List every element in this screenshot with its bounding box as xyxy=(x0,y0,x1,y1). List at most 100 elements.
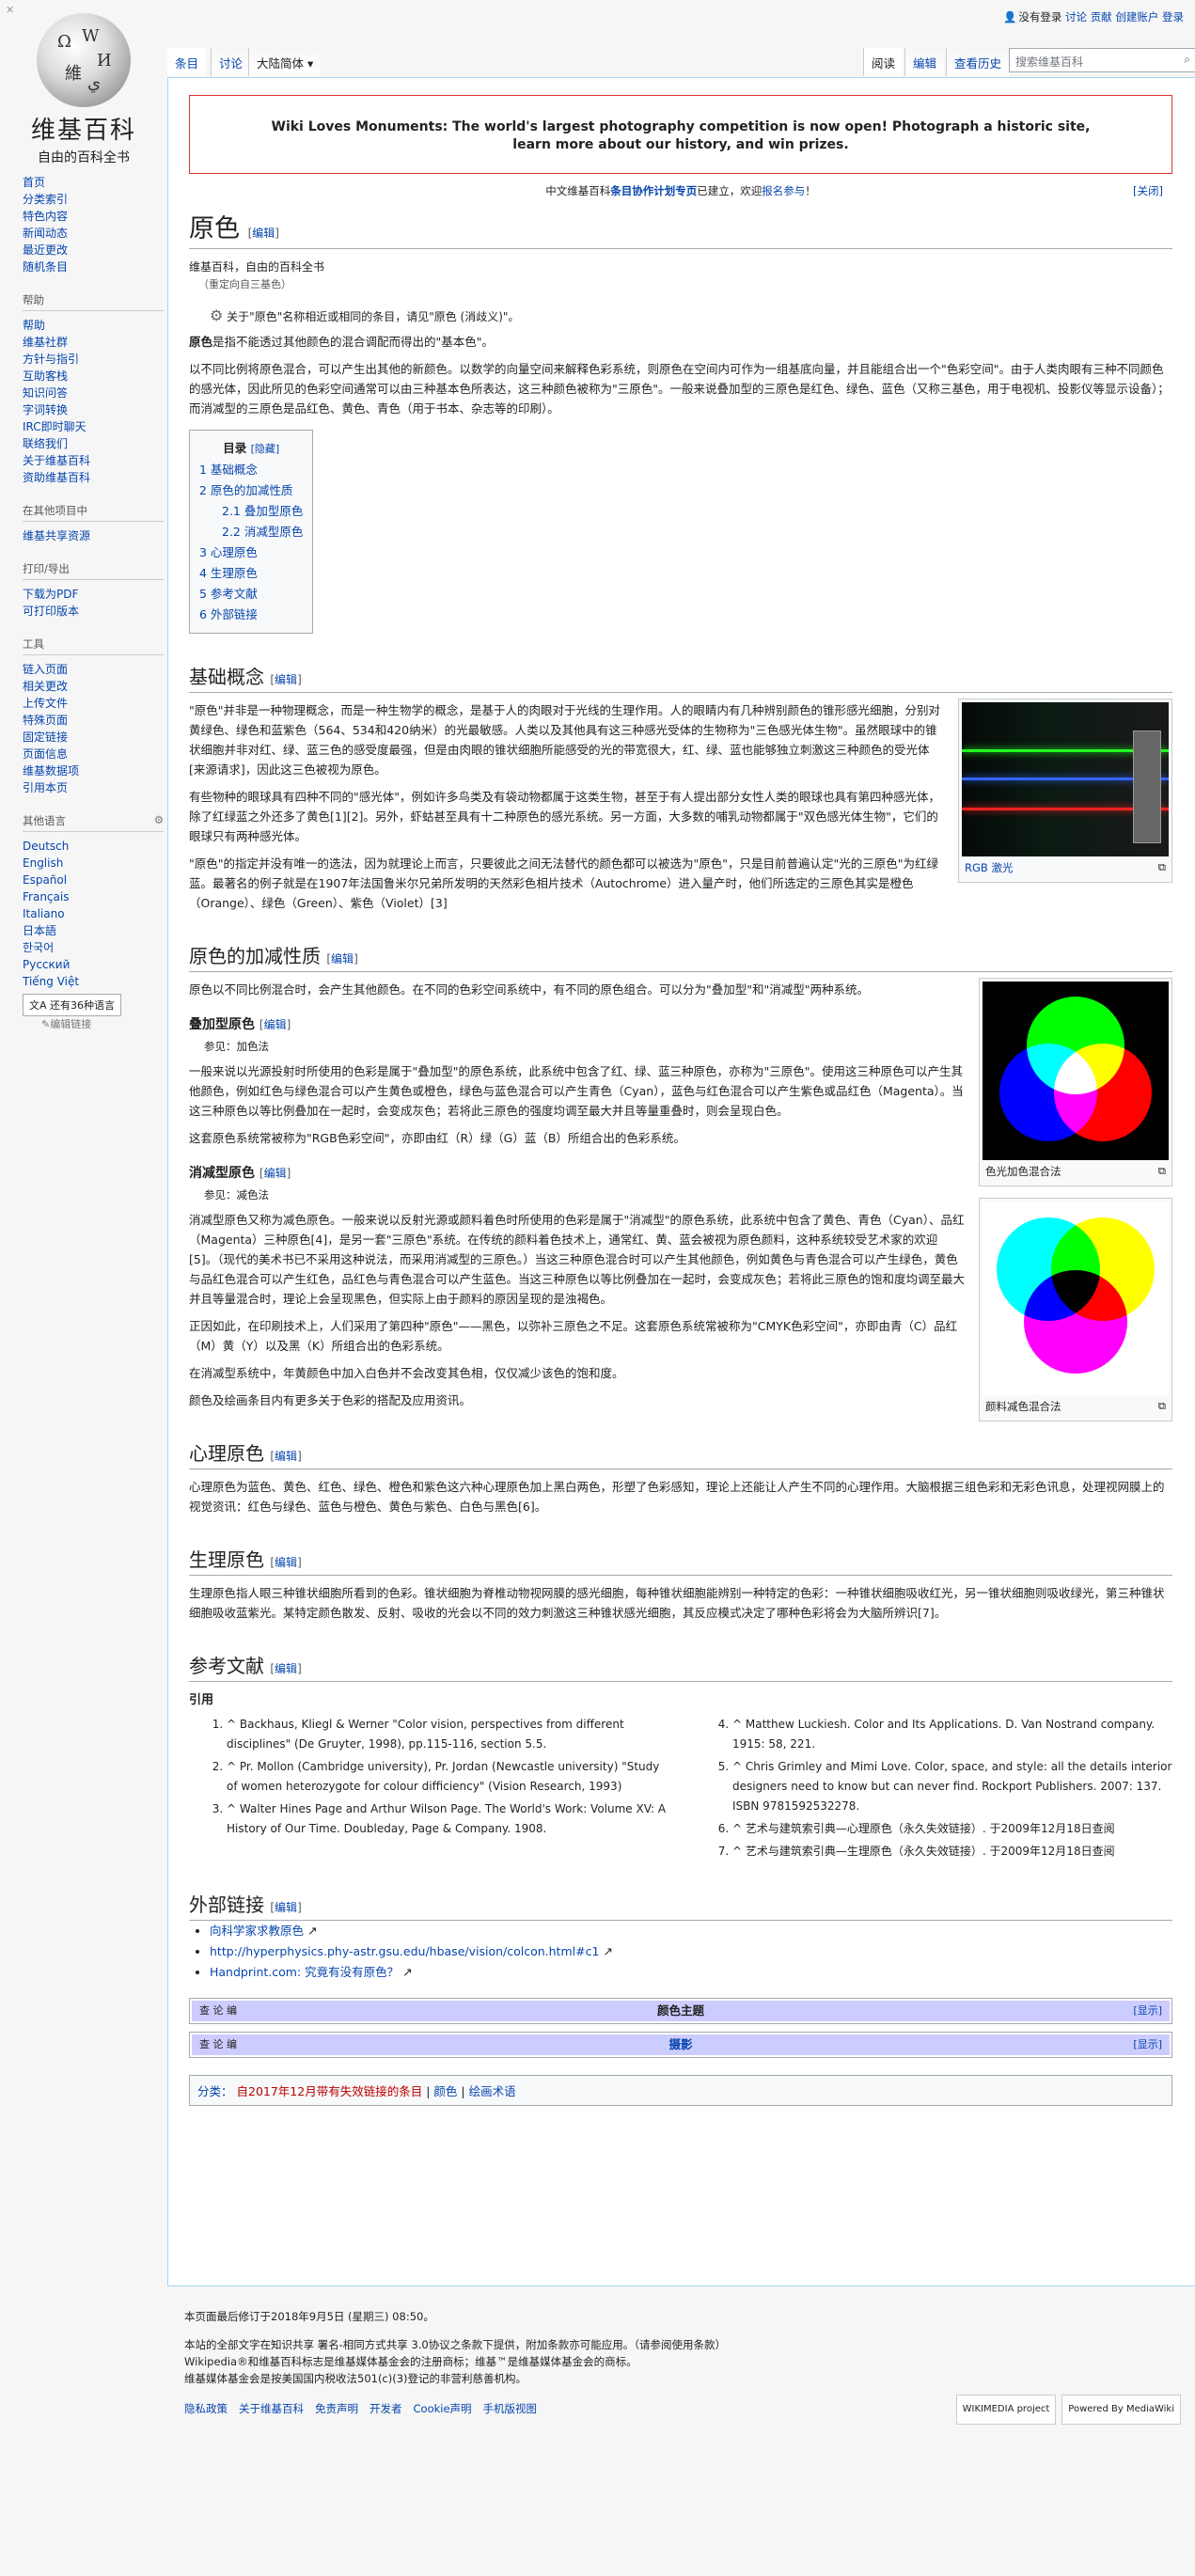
sidebar-lang-item-1[interactable]: English xyxy=(23,855,164,872)
sidebar-nav-item-4[interactable]: 最近更改 xyxy=(23,242,164,259)
sidebar-help-item-8[interactable]: 关于维基百科 xyxy=(23,452,164,469)
sidebar-lang-item-3[interactable]: Français xyxy=(23,888,164,905)
sidebar-tools-item-6[interactable]: 维基数据项 xyxy=(23,762,164,779)
navbox-title-color[interactable]: 颜色主题 xyxy=(657,2003,704,2018)
footer-link-5[interactable]: 手机版视图 xyxy=(483,2402,538,2415)
navbox-title-photography[interactable]: 摄影 xyxy=(668,2037,692,2051)
notice-link-signup[interactable]: 报名参与 xyxy=(762,184,805,197)
sidebar-tools-item-2[interactable]: 上传文件 xyxy=(23,695,164,712)
sidebar-tools-item-5[interactable]: 页面信息 xyxy=(23,746,164,762)
sidebar-lang-item-8[interactable]: Tiếng Việt xyxy=(23,973,164,990)
subsection-2-1-edit-link[interactable]: 编辑 xyxy=(264,1018,287,1031)
sidebar-help-item-0[interactable]: 帮助 xyxy=(23,317,164,334)
sidebar-lang-item-0[interactable]: Deutsch xyxy=(23,838,164,855)
sidebar-nav-item-5[interactable]: 随机条目 xyxy=(23,259,164,275)
site-logo[interactable]: ΩWИ維ي 维基百科 自由的百科全书 xyxy=(13,13,154,166)
sidebar-help-item-6[interactable]: IRC即时聊天 xyxy=(23,418,164,435)
navbox-vte[interactable]: 查 论 编 xyxy=(199,2034,237,2055)
sidebar-help-item-2[interactable]: 方针与指引 xyxy=(23,351,164,368)
create-account-link[interactable]: 创建账户 xyxy=(1115,10,1158,24)
mediawiki-badge[interactable]: Powered By MediaWiki xyxy=(1061,2395,1181,2425)
enlarge-icon[interactable]: ⧉ xyxy=(1158,1164,1166,1178)
footer-link-0[interactable]: 隐私政策 xyxy=(184,2402,228,2415)
enlarge-icon[interactable]: ⧉ xyxy=(1158,860,1166,874)
sidebar-help-item-9[interactable]: 资助维基百科 xyxy=(23,469,164,486)
tab-article[interactable]: 条目 xyxy=(167,48,207,76)
tab-edit[interactable]: 编辑 xyxy=(904,48,945,76)
tab-history[interactable]: 查看历史 xyxy=(946,48,1010,76)
sidebar-nav-item-2[interactable]: 特色内容 xyxy=(23,208,164,225)
navbox-show-toggle[interactable]: [显示] xyxy=(1133,2034,1162,2055)
gear-icon[interactable]: ⚙ xyxy=(154,813,164,826)
footer-link-4[interactable]: Cookie声明 xyxy=(414,2402,472,2415)
more-languages-button[interactable]: 文A 还有36种语言 xyxy=(23,994,122,1016)
categories-label[interactable]: 分类： xyxy=(197,2084,233,2098)
section-1-edit-link[interactable]: 编辑 xyxy=(275,673,297,686)
category-item[interactable]: 自2017年12月带有失效链接的条目 xyxy=(237,2084,423,2098)
section-5-edit-link[interactable]: 编辑 xyxy=(275,1662,297,1675)
sidebar-other-item-0[interactable]: 维基共享资源 xyxy=(23,527,164,544)
toc-hide-link[interactable]: [隐藏] xyxy=(251,443,280,455)
tab-read[interactable]: 阅读 xyxy=(863,48,904,76)
wikimedia-badge[interactable]: WIKIMEDIA project xyxy=(955,2395,1057,2425)
tab-talk[interactable]: 讨论 xyxy=(211,48,251,76)
sidebar-nav-item-3[interactable]: 新闻动态 xyxy=(23,225,164,242)
toc-item-2[interactable]: 2 原色的加减性质 xyxy=(199,483,292,497)
sidebar-help-item-4[interactable]: 知识问答 xyxy=(23,385,164,401)
sidebar-tools-item-7[interactable]: 引用本页 xyxy=(23,779,164,796)
sidebar-lang-item-7[interactable]: Русский xyxy=(23,956,164,973)
toc-item-6[interactable]: 6 外部链接 xyxy=(199,607,258,621)
navbox-vte[interactable]: 查 论 编 xyxy=(199,2001,237,2021)
thumb-subtractive[interactable]: 颜料减色混合法 ⧉ xyxy=(979,1198,1172,1422)
section-2-edit-link[interactable]: 编辑 xyxy=(331,952,354,966)
search-icon[interactable]: ⌕ xyxy=(1184,53,1190,67)
notice-close-link[interactable]: [关闭] xyxy=(1133,183,1163,198)
external-link[interactable]: 向科学家求教原色 xyxy=(210,1924,304,1938)
footer-link-2[interactable]: 免责声明 xyxy=(315,2402,358,2415)
search-input[interactable]: 搜索维基百科 ⌕ xyxy=(1009,48,1195,72)
section-4-edit-link[interactable]: 编辑 xyxy=(275,1556,297,1569)
section-3-edit-link[interactable]: 编辑 xyxy=(275,1450,297,1463)
footer-link-3[interactable]: 开发者 xyxy=(370,2402,402,2415)
navbox-show-toggle[interactable]: [显示] xyxy=(1133,2001,1162,2021)
edit-links[interactable]: ✎编辑链接 xyxy=(41,1016,164,1031)
category-item[interactable]: 绘画术语 xyxy=(469,2084,516,2098)
caption-rgb-laser[interactable]: RGB 激光 xyxy=(965,861,1013,874)
sidebar-tools-item-0[interactable]: 链入页面 xyxy=(23,661,164,678)
sidebar-tools-item-4[interactable]: 固定链接 xyxy=(23,729,164,746)
sidebar-print-item-1[interactable]: 可打印版本 xyxy=(23,603,164,620)
thumb-rgb-laser[interactable]: RGB 激光 ⧉ xyxy=(958,699,1172,883)
category-item[interactable]: 颜色 xyxy=(433,2084,457,2098)
sidebar-lang-item-4[interactable]: Italiano xyxy=(23,905,164,922)
sidebar-lang-item-2[interactable]: Español xyxy=(23,872,164,888)
toc-item-3[interactable]: 3 心理原色 xyxy=(199,545,258,559)
subsection-2-2-edit-link[interactable]: 编辑 xyxy=(264,1167,287,1180)
footer-link-1[interactable]: 关于维基百科 xyxy=(239,2402,304,2415)
sidebar-help-item-1[interactable]: 维基社群 xyxy=(23,334,164,351)
sidebar-help-item-3[interactable]: 互助客栈 xyxy=(23,368,164,385)
external-link[interactable]: Handprint.com: 究竟有没有原色？ xyxy=(210,1965,399,1979)
sidebar-lang-item-6[interactable]: 한국어 xyxy=(23,939,164,956)
sidebar-nav-item-1[interactable]: 分类索引 xyxy=(23,191,164,208)
sidebar-print-item-0[interactable]: 下载为PDF xyxy=(23,586,164,603)
sidebar-tools-item-1[interactable]: 相关更改 xyxy=(23,678,164,695)
title-edit-link[interactable]: 编辑 xyxy=(252,227,275,240)
sidebar-lang-item-5[interactable]: 日本語 xyxy=(23,922,164,939)
toc-item-2-1[interactable]: 2.1 叠加型原色 xyxy=(222,504,303,518)
sidebar-tools-item-3[interactable]: 特殊页面 xyxy=(23,712,164,729)
section-6-edit-link[interactable]: 编辑 xyxy=(275,1901,297,1914)
toc-item-1[interactable]: 1 基础概念 xyxy=(199,463,258,477)
tab-variant[interactable]: 大陆简体 ▾ xyxy=(248,48,322,76)
sidebar-help-item-5[interactable]: 字词转换 xyxy=(23,401,164,418)
sidebar-help-item-7[interactable]: 联络我们 xyxy=(23,435,164,452)
external-link[interactable]: http://hyperphysics.phy-astr.gsu.edu/hba… xyxy=(210,1944,599,1958)
thumb-additive[interactable]: 色光加色混合法 ⧉ xyxy=(979,978,1172,1186)
sidebar-nav-item-0[interactable]: 首页 xyxy=(23,174,164,191)
toc-item-4[interactable]: 4 生理原色 xyxy=(199,566,258,580)
login-link[interactable]: 登录 xyxy=(1162,10,1184,24)
enlarge-icon[interactable]: ⧉ xyxy=(1158,1399,1166,1413)
central-notice-banner[interactable]: Wiki Loves Monuments: The world's larges… xyxy=(189,95,1172,174)
toc-item-5[interactable]: 5 参考文献 xyxy=(199,587,258,601)
talk-link[interactable]: 讨论 xyxy=(1065,10,1087,24)
contributions-link[interactable]: 贡献 xyxy=(1091,10,1112,24)
